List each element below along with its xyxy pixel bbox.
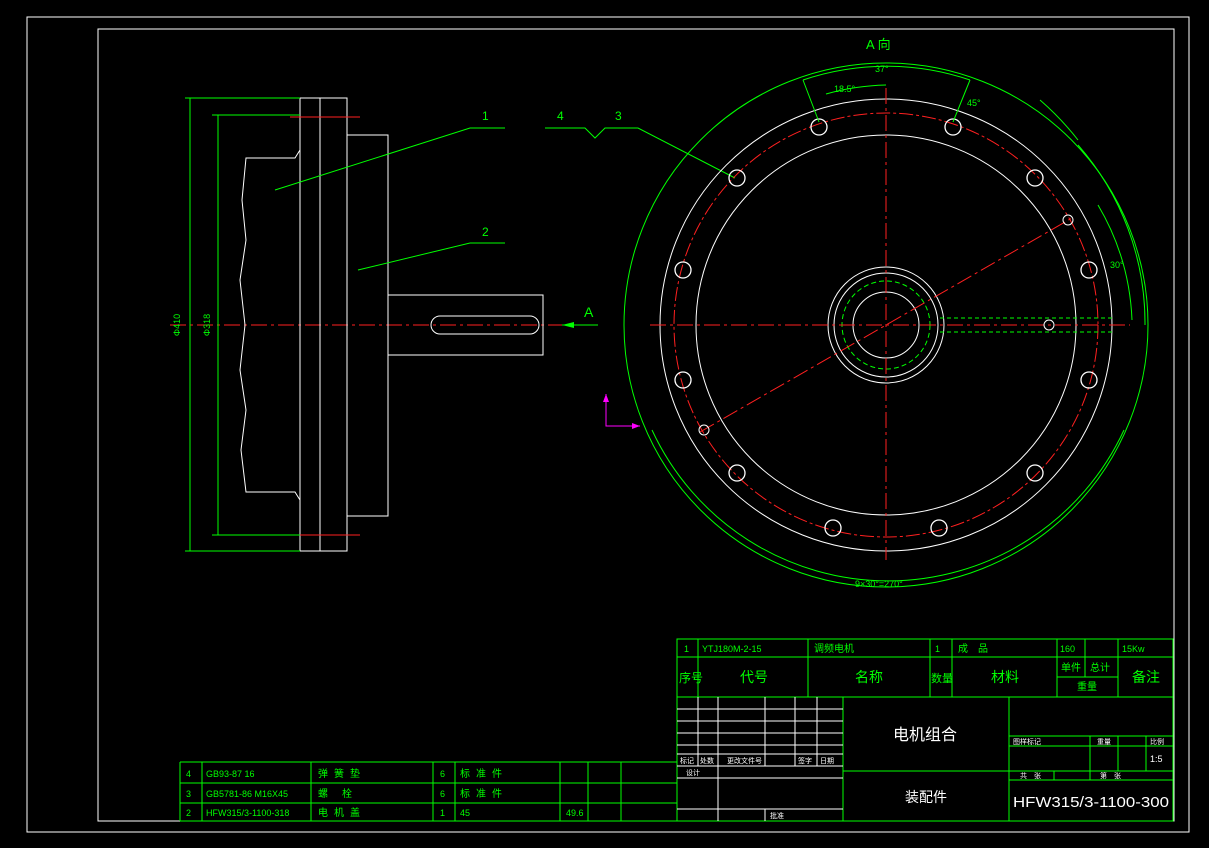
header-weight: 重量	[1077, 680, 1097, 693]
svg-text:螺栓: 螺栓	[318, 787, 366, 800]
header-note: 备注	[1132, 669, 1160, 685]
drawing-title: 电机组合	[893, 726, 957, 744]
dim-angle-30: 30°	[1110, 260, 1124, 270]
header-total: 总计	[1090, 661, 1110, 674]
svg-text:2: 2	[186, 808, 191, 818]
label-sheet-no: 第 张	[1100, 771, 1121, 780]
bom-row-4: 4 GB93-87 16 弹簧垫 6 标准件	[186, 767, 508, 780]
balloon-2: 2	[482, 225, 489, 239]
svg-text:GB5781-86 M16X45: GB5781-86 M16X45	[206, 789, 288, 799]
svg-text:4: 4	[186, 769, 191, 779]
dim-outer-dia: Φ410	[172, 314, 182, 336]
section-marker-a: A	[584, 304, 594, 320]
label-sign: 签字	[798, 756, 812, 765]
label-count: 处数	[700, 756, 714, 765]
part-material: 成 品	[958, 643, 988, 655]
cad-drawing-canvas: Φ410 Φ318 1 2 3 4 A A 向 37° 18.5° 45° 30…	[26, 16, 1190, 833]
header-qty: 数量	[931, 672, 953, 685]
dim-angle-37: 37°	[875, 64, 889, 74]
svg-text:6: 6	[440, 789, 445, 799]
dim-angle-total: 9×30°=270°	[855, 579, 903, 589]
dim-inner-dia: Φ318	[202, 314, 212, 336]
label-design: 设计	[686, 768, 700, 777]
label-ratio: 比例	[1150, 737, 1164, 746]
part-code: YTJ180M-2-15	[702, 644, 762, 654]
header-seq: 序号	[679, 670, 703, 685]
svg-text:45: 45	[460, 808, 470, 818]
label-stage-mark: 图样标记	[1013, 737, 1041, 746]
svg-text:GB93-87 16: GB93-87 16	[206, 769, 255, 779]
bom-row-2: 2 HFW315/3-1100-318 电机盖 1 45 49.6	[186, 806, 584, 819]
label-weight: 重量	[1097, 738, 1111, 746]
part-qty: 1	[935, 644, 940, 654]
scale-value: 1:5	[1150, 754, 1163, 764]
svg-text:1: 1	[440, 808, 445, 818]
label-mark: 标记	[680, 756, 694, 765]
bom-row-3: 3 GB5781-86 M16X45 螺栓 6 标准件	[186, 787, 508, 800]
header-name: 名称	[855, 669, 883, 685]
svg-text:HFW315/3-1100-318: HFW315/3-1100-318	[206, 808, 289, 818]
dim-angle-45: 45°	[967, 98, 981, 108]
label-sheet: 共 张	[1020, 771, 1041, 780]
part-note: 15Kw	[1122, 644, 1145, 654]
part-seq: 1	[684, 644, 689, 654]
svg-text:电机盖: 电机盖	[318, 806, 366, 819]
balloon-4: 4	[557, 109, 564, 123]
header-material: 材料	[991, 669, 1019, 685]
svg-text:标准件: 标准件	[460, 768, 508, 780]
label-approve: 批准	[770, 811, 784, 820]
label-date: 日期	[820, 757, 834, 765]
view-title: A 向	[866, 37, 891, 52]
svg-text:3: 3	[186, 789, 191, 799]
part-name: 调频电机	[814, 642, 854, 655]
header-single: 单件	[1061, 662, 1081, 674]
dim-angle-18-5: 18.5°	[834, 84, 856, 94]
part-weight: 160	[1060, 644, 1075, 654]
svg-text:6: 6	[440, 769, 445, 779]
drawing-number: HFW315/3-1100-300	[1013, 794, 1169, 811]
svg-text:49.6: 49.6	[566, 808, 584, 818]
svg-text:标准件: 标准件	[460, 788, 508, 800]
balloon-1: 1	[482, 109, 489, 123]
svg-text:弹簧垫: 弹簧垫	[318, 767, 366, 780]
balloon-3: 3	[615, 109, 622, 123]
front-view	[623, 62, 1149, 588]
header-code: 代号	[740, 669, 768, 685]
drawing-subtitle: 装配件	[905, 789, 947, 805]
label-zone: 更改文件号	[727, 756, 762, 765]
